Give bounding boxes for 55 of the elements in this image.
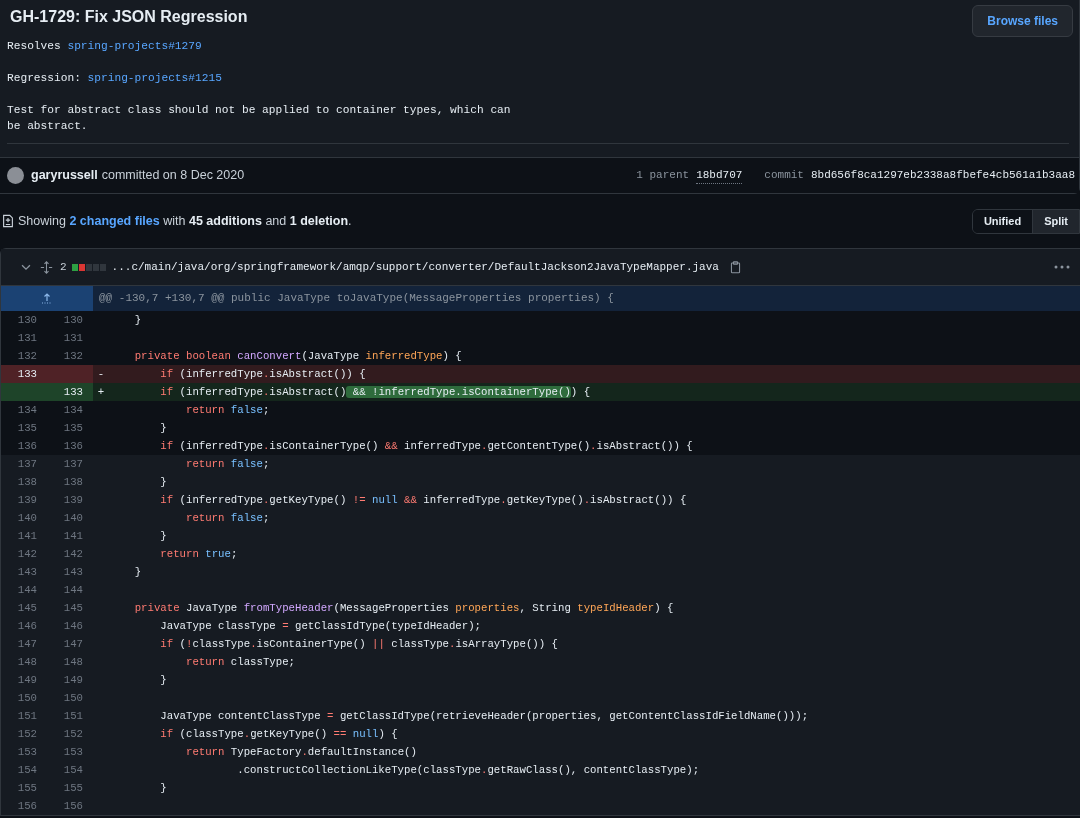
view-toggle-button[interactable]: Split: [1032, 209, 1079, 233]
commit-title: GH-1729: Fix JSON Regression: [10, 7, 248, 27]
code-line: if (inferredType.isAbstract()) {: [159, 367, 366, 381]
code-line: if (inferredType.isAbstract() && !inferredType.isContainerType()) {: [159, 385, 591, 399]
commit-label: commit: [764, 168, 804, 184]
code-line: }: [159, 673, 167, 687]
code-line: if (!classType.isContainerType() || classType.isArrayType()) {: [159, 637, 558, 651]
code-line: return false;: [184, 511, 270, 525]
issue-link[interactable]: spring-projects#1215: [87, 72, 222, 84]
clipboard-icon[interactable]: [728, 260, 742, 274]
commit-sha: 8bd656f8ca1297eb2338a8fbefe4cb561a1b3aa8: [810, 168, 1075, 184]
code-line: return false;: [184, 403, 270, 417]
expand-up-icon[interactable]: [41, 293, 53, 304]
author-name[interactable]: garyrussell: [31, 166, 98, 185]
line-number-cell[interactable]: [47, 365, 93, 383]
commit-message-line: Test for abstract class should not be applied to container types, which can be abstract.: [7, 103, 512, 134]
file-diff-icon: [1, 214, 15, 228]
code-line: }: [133, 313, 142, 327]
diff-summary: Showing 2 changed files with 45 additions and 1 deletion.: [18, 212, 352, 230]
code-line: JavaType contentClassType = getClassIdType(retrieveHeader(properties, getContentClassIdFieldName()));: [159, 709, 809, 723]
code-line: }: [159, 781, 167, 795]
code-line: if (inferredType.isContainerType() && inferredType.getContentType().isAbstract()) {: [159, 439, 693, 453]
code-line: if (inferredType.getKeyType() != null && inferredType.getKeyType().isAbstract()) {: [159, 493, 687, 507]
code-line: }: [133, 565, 142, 579]
line-number-cell[interactable]: [1, 383, 47, 401]
code-line: return classType;: [184, 655, 295, 669]
code-line: }: [159, 529, 167, 543]
parent-sha-link[interactable]: 18bd707: [696, 166, 743, 185]
file-path[interactable]: ...c/main/java/org/springframework/amqp/support/converter/DefaultJackson2JavaTypeMapper.java: [111, 258, 719, 276]
line-number-cell[interactable]: 133: [47, 383, 93, 401]
commit-date: committed on 8 Dec 2020: [101, 167, 245, 185]
code-line: return false;: [184, 457, 270, 471]
more-options-icon[interactable]: [1054, 264, 1070, 270]
code-line: private boolean canConvert(JavaType inferredType) {: [133, 349, 462, 363]
issue-link[interactable]: spring-projects#1279: [67, 40, 202, 52]
expand-arrows-icon[interactable]: [40, 260, 53, 274]
code-line: JavaType classType = getClassIdType(typeIdHeader);: [159, 619, 481, 633]
code-line: private JavaType fromTypeHeader(MessageProperties properties, String typeIdHeader) {: [133, 601, 674, 615]
changed-files-link[interactable]: 2 changed files: [69, 213, 160, 228]
diff-marker: -: [97, 367, 105, 381]
avatar[interactable]: [7, 167, 24, 184]
code-line: return true;: [159, 547, 238, 561]
hunk-header: @@ -130,7 +130,7 @@ public JavaType toJavaType(MessageProperties properties) {: [93, 286, 1080, 311]
line-number-cell[interactable]: 133: [1, 365, 47, 383]
code-line: if (classType.getKeyType() == null) {: [159, 727, 398, 741]
code-line: }: [159, 421, 167, 435]
commit-message-line: Regression: spring-projects#1215: [7, 71, 223, 86]
diff-marker: +: [97, 385, 105, 399]
parent-label: 1 parent: [636, 168, 690, 184]
change-count: 2: [60, 259, 67, 275]
code-line: return TypeFactory.defaultInstance(): [184, 745, 417, 759]
code-line: .constructCollectionLikeType(classType.getRawClass(), contentClassType);: [236, 763, 700, 777]
browse-files-button[interactable]: Browse files: [972, 5, 1073, 37]
code-line: }: [159, 475, 167, 489]
commit-message-line: Resolves spring-projects#1279: [7, 39, 203, 54]
